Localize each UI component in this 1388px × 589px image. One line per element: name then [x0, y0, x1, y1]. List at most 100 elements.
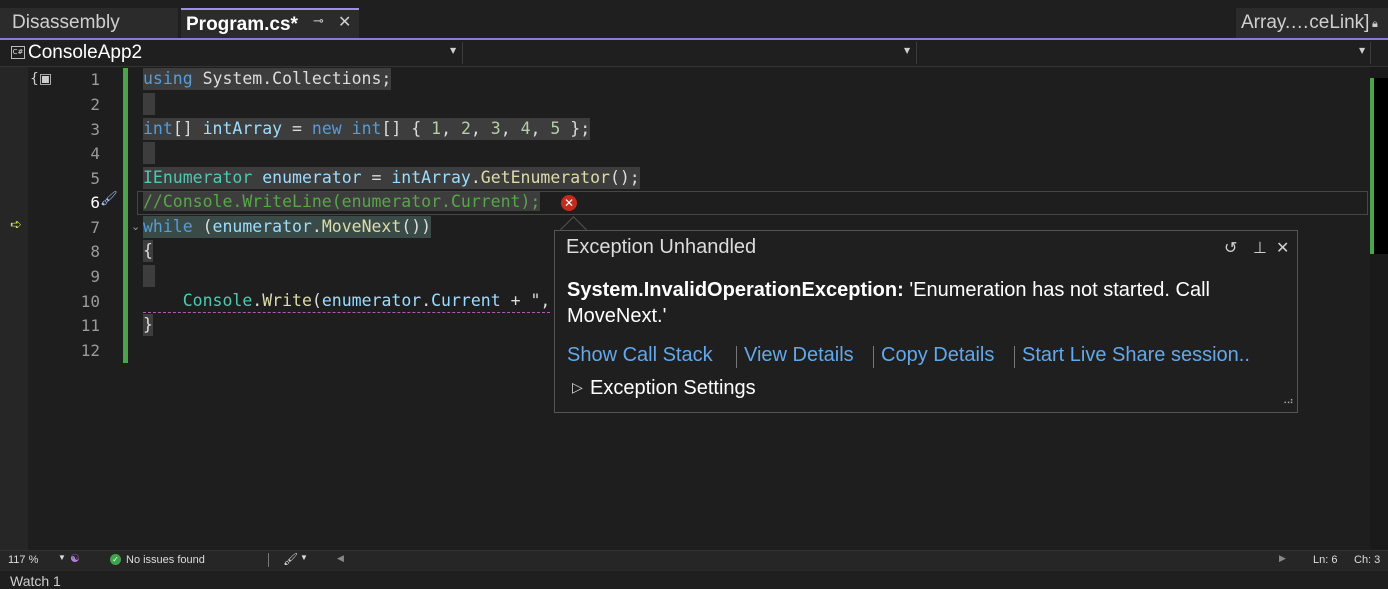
line-number: 2	[90, 95, 100, 114]
line-number: 1	[90, 70, 100, 89]
line-number: 12	[80, 341, 100, 360]
exception-title: Exception Unhandled	[566, 236, 757, 258]
code-token: int	[143, 119, 173, 138]
line-number: 7	[90, 218, 100, 237]
issues-status[interactable]: No issues found	[126, 554, 205, 566]
code-token: IEnumerator	[143, 168, 253, 187]
history-icon[interactable]: ↺	[1224, 238, 1237, 257]
code-line-3[interactable]: int[] intArray = new int[] { 1, 2, 3, 4,…	[143, 118, 591, 140]
code-token: intArray	[391, 168, 471, 187]
view-details-link[interactable]: View Details	[744, 344, 854, 367]
exception-message: System.InvalidOperationException: 'Enume…	[567, 277, 1267, 329]
line-number: 9	[90, 267, 100, 286]
code-line-11[interactable]: }	[143, 314, 153, 336]
link-separator	[873, 346, 874, 368]
code-token: (	[192, 217, 213, 236]
code-token: 4	[520, 119, 531, 138]
scrollbar-map-thumb[interactable]	[1370, 78, 1388, 254]
error-icon[interactable]: ✕	[561, 195, 577, 211]
code-line-4[interactable]	[143, 142, 155, 164]
code-token: System.Collections;	[192, 69, 392, 88]
code-token: 3	[490, 119, 501, 138]
code-token: new	[311, 119, 342, 138]
tab-disassembly[interactable]: Disassembly	[0, 8, 178, 38]
code-line-6[interactable]: //Console.WriteLine(enumerator.Current);	[143, 191, 541, 213]
chevron-down-icon[interactable]: ▼	[450, 46, 456, 55]
code-line-9[interactable]	[143, 265, 155, 287]
code-line-5[interactable]: IEnumerator enumerator = intArray.GetEnu…	[143, 167, 640, 189]
expand-caret-icon[interactable]: ▷	[572, 380, 583, 396]
resize-grip-icon[interactable]: ⠠⠴	[1280, 396, 1294, 407]
chevron-down-icon[interactable]: ▼	[300, 553, 308, 562]
glyph-margin[interactable]	[0, 67, 28, 550]
line-indicator[interactable]: Ln: 6	[1313, 554, 1337, 566]
brush-icon[interactable]: 🖌︎	[283, 552, 298, 566]
line-number: 4	[90, 144, 100, 163]
collapse-icon[interactable]: ⌄	[131, 220, 140, 233]
code-comment: //Console.WriteLine(enumerator.Current);	[143, 192, 541, 211]
chevron-down-icon[interactable]: ▼	[904, 46, 910, 55]
code-line-2[interactable]	[143, 93, 155, 115]
code-token: ())	[401, 217, 432, 236]
line-number: 11	[80, 316, 100, 335]
live-share-link[interactable]: Start Live Share session..	[1022, 344, 1250, 367]
code-token: ,	[530, 119, 551, 138]
code-token: Current	[431, 291, 501, 310]
code-token: .	[470, 168, 481, 187]
zoom-level[interactable]: 117 %	[8, 554, 38, 566]
code-token: 2	[460, 119, 471, 138]
tab-array-celink[interactable]: Array.…ceLink]	[1236, 8, 1388, 38]
scroll-left-icon[interactable]: ◀	[337, 553, 344, 564]
code-token: enumerator	[321, 291, 422, 310]
project-name: ConsoleApp2	[28, 42, 143, 63]
tab-program-cs[interactable]: Program.cs*	[181, 8, 359, 38]
code-token: (	[311, 291, 322, 310]
change-tracking-bar	[123, 68, 128, 363]
code-token: []	[172, 119, 203, 138]
show-call-stack-link[interactable]: Show Call Stack	[567, 344, 713, 367]
copy-details-link[interactable]: Copy Details	[881, 344, 994, 367]
code-token: [] {	[381, 119, 432, 138]
code-line-8[interactable]: {	[143, 240, 153, 262]
code-line-7[interactable]: while (enumerator.MoveNext())	[143, 216, 432, 238]
type-dropdown[interactable]	[463, 42, 917, 64]
csharp-project-icon: C#	[11, 46, 25, 59]
code-token: intArray	[202, 119, 283, 138]
code-token: 1	[431, 119, 442, 138]
code-token: 5	[550, 119, 561, 138]
code-token: =	[361, 168, 392, 187]
quick-actions-icon[interactable]: 🖌︎	[100, 191, 118, 207]
code-token: MoveNext	[321, 217, 402, 236]
code-token: =	[282, 119, 312, 138]
scroll-right-icon[interactable]: ▶	[1279, 553, 1286, 564]
pin-icon[interactable]: ⊥	[1253, 238, 1267, 257]
code-line-10[interactable]: Console.Write(enumerator.Current + ",	[143, 290, 551, 313]
code-token: using	[143, 69, 193, 88]
pin-tab-icon[interactable]: ⊸	[313, 14, 324, 29]
chevron-down-icon[interactable]: ▼	[58, 553, 66, 562]
close-icon[interactable]: ✕	[1276, 238, 1289, 257]
copilot-icon[interactable]: ☯	[70, 552, 80, 565]
lock-icon: 🔒︎	[1372, 17, 1378, 30]
code-token: ,	[441, 119, 461, 138]
line-number: 5	[90, 169, 100, 188]
member-dropdown[interactable]	[917, 42, 1371, 64]
chevron-down-icon[interactable]: ▼	[1359, 46, 1365, 55]
code-token: };	[560, 119, 591, 138]
code-token: ();	[609, 168, 640, 187]
scope-icon: {▣	[30, 71, 53, 87]
code-token: .	[311, 217, 322, 236]
watch-panel-header: Watch 1	[0, 571, 1388, 589]
code-token: .	[421, 291, 432, 310]
exception-settings-toggle[interactable]: Exception Settings	[590, 377, 756, 400]
code-line-1[interactable]: using System.Collections;	[143, 68, 392, 90]
code-token: enumerator	[262, 168, 362, 187]
close-tab-icon[interactable]: ✕	[338, 12, 351, 31]
code-token: + ",	[500, 291, 551, 310]
column-indicator[interactable]: Ch: 3	[1354, 554, 1380, 566]
code-token: int	[351, 119, 382, 138]
code-token: .	[252, 291, 263, 310]
status-separator	[268, 553, 269, 567]
line-number: 6	[90, 193, 100, 212]
